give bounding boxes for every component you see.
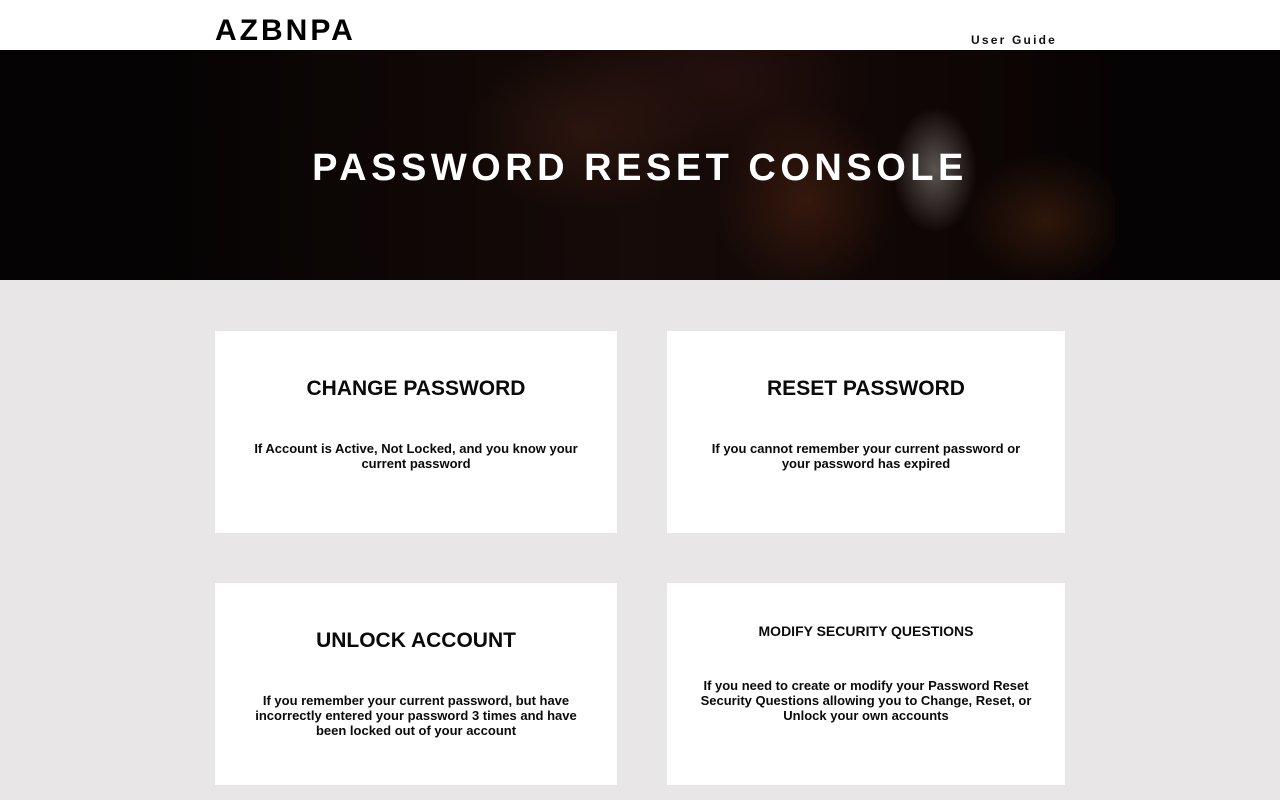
unlock-account-title: UNLOCK ACCOUNT (316, 629, 516, 652)
brand-logo-link[interactable]: AZBNPA (215, 13, 356, 49)
modify-security-questions-title: MODIFY SECURITY QUESTIONS (758, 623, 974, 639)
change-password-title: CHANGE PASSWORD (306, 377, 526, 400)
reset-password-card[interactable]: RESET PASSWORD If you cannot remember yo… (667, 331, 1065, 533)
modify-security-questions-card[interactable]: MODIFY SECURITY QUESTIONS If you need to… (667, 583, 1065, 785)
page-title: PASSWORD RESET CONSOLE (312, 147, 968, 189)
reset-password-description: If you cannot remember your current pass… (711, 441, 1021, 471)
change-password-card[interactable]: CHANGE PASSWORD If Account is Active, No… (215, 331, 617, 533)
unlock-account-description: If you remember your current password, b… (255, 693, 577, 738)
unlock-account-card[interactable]: UNLOCK ACCOUNT If you remember your curr… (215, 583, 617, 785)
top-nav-bar: AZBNPA User Guide (0, 0, 1280, 50)
user-guide-link[interactable]: User Guide (971, 32, 1057, 48)
hero-banner: PASSWORD RESET CONSOLE (0, 50, 1280, 280)
change-password-description: If Account is Active, Not Locked, and yo… (254, 441, 578, 471)
reset-password-title: RESET PASSWORD (767, 377, 965, 400)
modify-security-questions-description: If you need to create or modify your Pas… (700, 678, 1032, 723)
